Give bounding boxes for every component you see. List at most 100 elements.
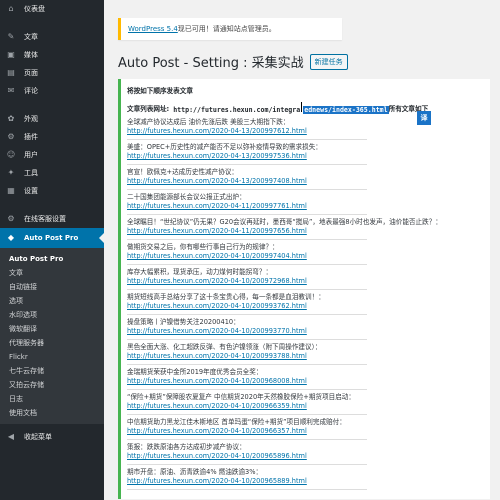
sidebar-item-settings[interactable]: ▦ 设置 — [0, 182, 104, 200]
sidebar-item-posts[interactable]: ✎ 文章 — [0, 28, 104, 46]
article-url-link[interactable]: http://futures.hexun.com/2020-04-13/2009… — [127, 152, 490, 161]
article-divider — [127, 189, 367, 190]
article-url-link[interactable]: http://futures.hexun.com/2020-04-10/2009… — [127, 352, 490, 361]
article-item: 二十国集团能源部长会议公报正式出炉： http://futures.hexun.c… — [127, 193, 490, 215]
submenu-item[interactable]: Flickr — [0, 350, 104, 364]
article-item: 黑色全面大涨、化工超跌反弹、有色沪镍领涨（附下周操作建议）： http://fut… — [127, 343, 490, 365]
article-item: 金瑞期货荣获中金所2019年度优秀会员全奖： http://futures.hex… — [127, 368, 490, 390]
article-item: 中信期货助力黑龙江佳木斯地区 首单玛蛋“保险+期货”项目顺利完成赔付： http:… — [127, 418, 490, 440]
article-item: 操盘策略丨沪镍借势关注20200410： http://futures.hexun… — [127, 318, 490, 340]
wordpress-update-link[interactable]: WordPress 5.4 — [128, 25, 178, 33]
article-url-link[interactable]: http://futures.hexun.com/2020-04-10/2009… — [127, 402, 490, 411]
article-url-link[interactable]: http://futures.hexun.com/2020-04-10/2009… — [127, 327, 490, 336]
media-icon: ▣ — [7, 50, 15, 59]
article-url-link[interactable]: http://futures.hexun.com/2020-04-10/2009… — [127, 452, 490, 461]
online-client-icon: ⚙ — [7, 214, 15, 223]
article-item: 库存大幅累积，现货承压，动力煤何时能拐弯？： http://futures.hex… — [127, 268, 490, 290]
sidebar-item-label: 在线客服设置 — [24, 215, 66, 223]
article-divider — [127, 214, 367, 215]
dashboard-icon: ⌂ — [8, 4, 14, 13]
article-url-link[interactable]: http://futures.hexun.com/2020-04-13/2009… — [127, 177, 490, 186]
article-divider — [127, 489, 367, 490]
main-content: WordPress 5.4现已可用！请通知站点管理员。 Auto Post - … — [104, 0, 500, 500]
users-icon: ☺ — [6, 150, 16, 159]
article-title: 中信期货助力黑龙江佳木斯地区 首单玛蛋“保险+期货”项目顺利完成赔付： — [127, 418, 346, 426]
sidebar-item-online-client[interactable]: ⚙ 在线客服设置 — [0, 210, 104, 228]
article-divider — [127, 439, 367, 440]
article-url-link[interactable]: http://futures.hexun.com/2020-04-11/2009… — [127, 202, 490, 211]
article-title: 操盘策略丨沪镍借势关注20200410： — [127, 318, 240, 326]
panel-heading: 将按如下顺序发表文章 — [127, 87, 193, 95]
sidebar-item-label: 插件 — [24, 133, 38, 141]
sidebar-item-label: 媒体 — [24, 51, 38, 59]
sidebar-item-label: 工具 — [24, 169, 38, 177]
submenu-item[interactable]: Auto Post Pro — [0, 252, 104, 266]
article-url-link[interactable]: http://futures.hexun.com/2020-04-11/2009… — [127, 227, 490, 236]
article-divider — [127, 139, 367, 140]
sidebar-item-plugins[interactable]: ⚙ 插件 — [0, 128, 104, 146]
submenu-item[interactable]: 代理服务器 — [0, 336, 104, 350]
article-title: 二十国集团能源部长会议公报正式出炉： — [127, 193, 246, 201]
submenu-item[interactable]: 选项 — [0, 294, 104, 308]
sidebar-item-label: 评论 — [24, 87, 38, 95]
sidebar-item-label: 用户 — [24, 151, 38, 159]
submenu-item[interactable]: 文章 — [0, 266, 104, 280]
submenu-item[interactable]: 微软翻译 — [0, 322, 104, 336]
translate-button[interactable]: 译 — [417, 111, 431, 125]
auto-post-pro-icon: ◆ — [7, 233, 15, 242]
article-url-link[interactable]: http://futures.hexun.com/2020-04-10/2009… — [127, 252, 490, 261]
appearance-icon: ✿ — [7, 114, 15, 123]
article-title: “保险+期货”保障股农夏复产 中信期货2020年天然橡胶保险+期货项目启动： — [127, 393, 355, 401]
sidebar-item-appearance[interactable]: ✿ 外观 — [0, 110, 104, 128]
submenu-item[interactable]: 水印选项 — [0, 308, 104, 322]
article-divider — [127, 364, 367, 365]
article-title: 全球减产协议达成后 油价先涨后跌 美股三大期指下跌： — [127, 118, 290, 126]
article-item: 美盛：OPEC+历史性的减产能否不足以弥补疫情导致的需求损失： http://fu… — [127, 143, 490, 165]
article-url-link[interactable]: http://futures.hexun.com/2020-04-10/2009… — [127, 302, 490, 311]
article-url-link[interactable]: http://futures.hexun.com/2020-04-10/2009… — [127, 277, 490, 286]
article-url-link[interactable]: http://futures.hexun.com/2020-04-10/2009… — [127, 377, 490, 386]
article-url-link[interactable]: http://futures.hexun.com/2020-04-13/2009… — [127, 127, 490, 136]
submenu-item[interactable]: 日志 — [0, 392, 104, 406]
pages-icon: ▤ — [7, 68, 15, 77]
article-title: 做期货交易之后，你有哪些行事自己行为的规律？： — [127, 243, 279, 251]
sidebar-item-label: 仪表盘 — [24, 5, 45, 13]
submenu-item[interactable]: 七牛云存储 — [0, 364, 104, 378]
sidebar-item-auto-post-pro[interactable]: ◆ Auto Post Pro — [0, 228, 104, 248]
sidebar-item-label: 页面 — [24, 69, 38, 77]
list-url-label: 文章列表网址: — [127, 105, 170, 113]
article-divider — [127, 239, 367, 240]
plugins-icon: ⚙ — [7, 132, 15, 141]
title-row: Auto Post - Setting : 采集实战 新建任务 — [118, 52, 500, 71]
list-url-text[interactable]: http://futures.hexun.com/integra ednews/i… — [169, 102, 389, 114]
submenu-item[interactable]: 使用文档 — [0, 406, 104, 420]
sidebar-item-label: Auto Post Pro — [24, 234, 79, 242]
article-divider — [127, 339, 367, 340]
sidebar-item-media[interactable]: ▣ 媒体 — [0, 46, 104, 64]
article-item: 全球减产协议达成后 油价先涨后跌 美股三大期指下跌： http://futures… — [127, 118, 490, 140]
article-item: 期市开盘：原油、沥青跌逾4% 燃油跌逾3%： http://futures.hex… — [127, 468, 490, 490]
article-title: 策报：跌跌原油各方达成初步减产协议： — [127, 443, 246, 451]
collapse-icon: ◀ — [7, 432, 15, 441]
collapse-label: 收起菜单 — [24, 433, 52, 441]
sidebar-item-dashboard[interactable]: ⌂ 仪表盘 — [0, 0, 104, 18]
article-item: 策报：跌跌原油各方达成初步减产协议： http://futures.hexun.c… — [127, 443, 490, 465]
submenu-item[interactable]: 又拍云存储 — [0, 378, 104, 392]
sidebar-item-users[interactable]: ☺ 用户 — [0, 146, 104, 164]
article-url-link[interactable]: http://futures.hexun.com/2020-04-10/2009… — [127, 477, 490, 486]
submenu-item[interactable]: 自动链接 — [0, 280, 104, 294]
page-title: Auto Post - Setting : 采集实战 — [118, 56, 304, 71]
collapse-menu-button[interactable]: ◀ 收起菜单 — [0, 428, 104, 446]
tools-icon: ✦ — [7, 168, 15, 177]
article-title: 黑色全面大涨、化工超跌反弹、有色沪镍领涨（附下周操作建议）： — [127, 343, 322, 351]
article-title: 全球瞩目！“世纪协议”仍无果？G20会议再延时，墨西哥“搅局”，地表最强8小时也… — [127, 218, 442, 226]
sidebar-item-label: 文章 — [24, 33, 38, 41]
sidebar-item-pages[interactable]: ▤ 页面 — [0, 64, 104, 82]
article-divider — [127, 314, 367, 315]
sidebar-item-comments[interactable]: ✉ 评论 — [0, 82, 104, 100]
article-url-link[interactable]: http://futures.hexun.com/2020-04-10/2009… — [127, 427, 490, 436]
article-title: 美盛：OPEC+历史性的减产能否不足以弥补疫情导致的需求损失： — [127, 143, 322, 151]
sidebar-item-tools[interactable]: ✦ 工具 — [0, 164, 104, 182]
add-task-button[interactable]: 新建任务 — [309, 53, 348, 70]
sidebar-item-label: 外观 — [24, 115, 38, 123]
